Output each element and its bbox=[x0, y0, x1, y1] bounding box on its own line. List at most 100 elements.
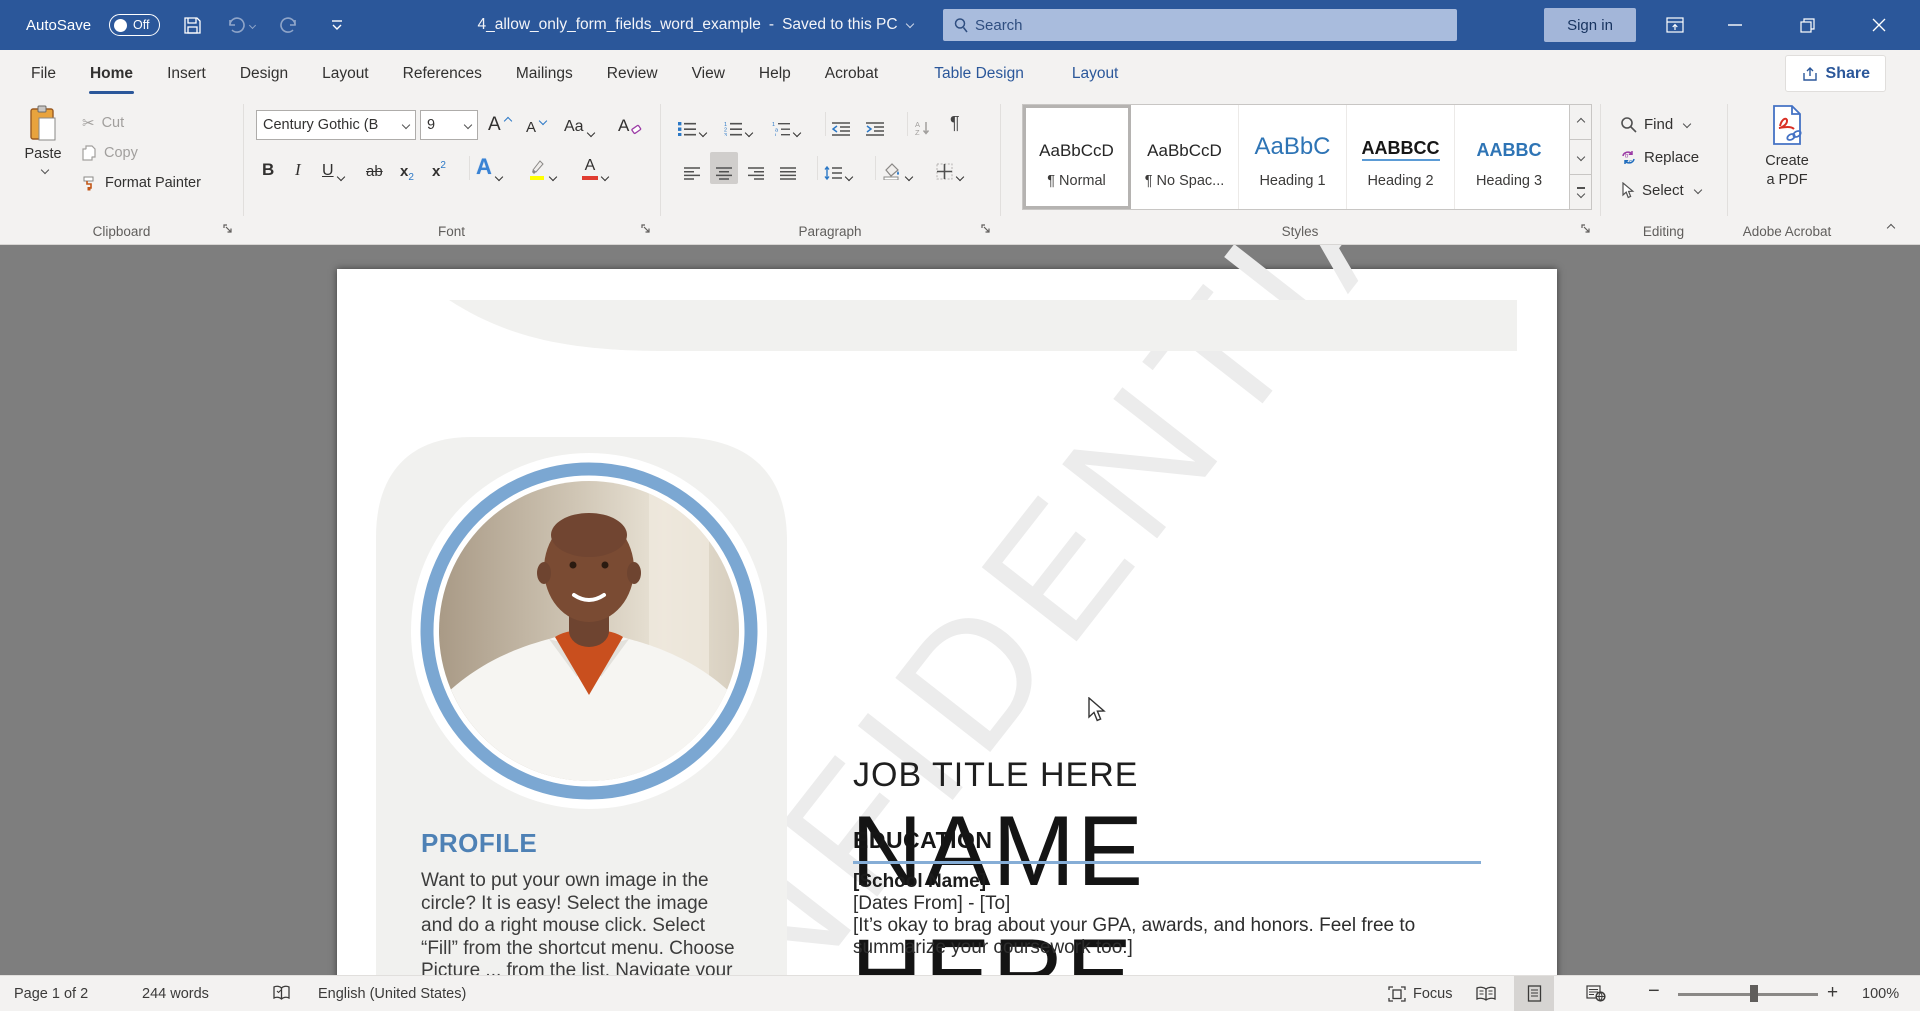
paste-button[interactable]: Paste bbox=[14, 104, 72, 212]
profile-photo[interactable] bbox=[409, 451, 769, 811]
style-no-spacing[interactable]: AaBbCcD ¶ No Spac... bbox=[1131, 105, 1239, 209]
zoom-out-button[interactable]: − bbox=[1648, 974, 1660, 1009]
style-heading-1[interactable]: AaBbC Heading 1 bbox=[1239, 105, 1347, 209]
styles-more-button[interactable] bbox=[1570, 175, 1591, 209]
zoom-slider-track[interactable] bbox=[1678, 993, 1818, 996]
change-case-button[interactable]: Aa bbox=[564, 108, 594, 140]
job-title-placeholder[interactable]: JOB TITLE HERE bbox=[853, 756, 1138, 795]
sort-button[interactable]: AZ bbox=[914, 108, 932, 140]
tab-references[interactable]: References bbox=[386, 50, 499, 98]
justify-button[interactable] bbox=[774, 152, 802, 184]
ribbon-display-options-icon[interactable] bbox=[1652, 0, 1698, 50]
word-window: AutoSave Off 4_allow_only_form_fields_wo… bbox=[0, 0, 1920, 1011]
proofing-status-icon[interactable] bbox=[272, 976, 291, 1011]
language-indicator[interactable]: English (United States) bbox=[318, 976, 466, 1011]
collapse-ribbon-button[interactable] bbox=[1880, 220, 1902, 236]
align-left-button[interactable] bbox=[678, 152, 706, 184]
copy-button[interactable]: Copy bbox=[82, 140, 138, 166]
borders-button[interactable] bbox=[936, 152, 963, 184]
sort-icon: AZ bbox=[914, 120, 932, 136]
style-heading-3[interactable]: AABBC Heading 3 bbox=[1455, 105, 1563, 209]
styles-gallery-scroll bbox=[1570, 104, 1592, 210]
text-effects-button[interactable]: A bbox=[476, 152, 502, 184]
decrease-indent-button[interactable] bbox=[832, 108, 850, 140]
tab-acrobat[interactable]: Acrobat bbox=[808, 50, 895, 98]
tab-file[interactable]: File bbox=[0, 50, 73, 98]
styles-scroll-down-button[interactable] bbox=[1570, 140, 1591, 175]
increase-indent-button[interactable] bbox=[866, 108, 884, 140]
italic-button[interactable]: I bbox=[295, 152, 301, 184]
cut-button[interactable]: ✂ Cut bbox=[82, 110, 124, 136]
tab-table-design[interactable]: Table Design bbox=[917, 50, 1041, 98]
shrink-font-button[interactable]: A bbox=[526, 108, 546, 140]
font-size-combobox[interactable]: 9 bbox=[420, 110, 478, 140]
show-formatting-marks-button[interactable]: ¶ bbox=[950, 106, 960, 138]
document-page[interactable]: CONFIDENTIAL bbox=[337, 269, 1557, 975]
education-body[interactable]: [School Name] [Dates From] - [To] [It’s … bbox=[853, 871, 1415, 959]
tab-view[interactable]: View bbox=[675, 50, 742, 98]
education-heading[interactable]: EDUCATION bbox=[853, 827, 993, 854]
font-family-combobox[interactable]: Century Gothic (B bbox=[256, 110, 416, 140]
underline-button[interactable]: U bbox=[322, 152, 344, 184]
format-painter-button[interactable]: Format Painter bbox=[82, 170, 201, 196]
select-button[interactable]: Select bbox=[1620, 176, 1701, 204]
shading-button[interactable] bbox=[882, 152, 912, 184]
superscript-button[interactable]: x2 bbox=[432, 152, 446, 184]
strikethrough-button[interactable]: ab bbox=[366, 152, 383, 184]
text-highlight-button[interactable] bbox=[528, 152, 556, 184]
clear-formatting-button[interactable]: A bbox=[618, 108, 642, 140]
bold-button[interactable]: B bbox=[262, 152, 274, 184]
style-normal[interactable]: AaBbCcD ¶ Normal bbox=[1023, 105, 1131, 209]
restore-button[interactable] bbox=[1784, 0, 1830, 50]
acrobat-pdf-icon bbox=[1769, 104, 1805, 146]
sign-in-button[interactable]: Sign in bbox=[1544, 8, 1636, 42]
tab-review[interactable]: Review bbox=[590, 50, 675, 98]
profile-body[interactable]: Want to put your own image in the circle… bbox=[421, 870, 735, 975]
tab-insert[interactable]: Insert bbox=[150, 50, 223, 98]
save-icon[interactable] bbox=[178, 8, 208, 42]
tab-help[interactable]: Help bbox=[742, 50, 808, 98]
quick-access-customize-icon[interactable] bbox=[322, 8, 352, 42]
page-indicator[interactable]: Page 1 of 2 bbox=[14, 976, 88, 1011]
tab-table-layout[interactable]: Layout bbox=[1055, 50, 1136, 98]
web-layout-button[interactable] bbox=[1576, 976, 1616, 1011]
style-heading-2[interactable]: AABBCC Heading 2 bbox=[1347, 105, 1455, 209]
focus-mode-button[interactable]: Focus bbox=[1388, 976, 1453, 1011]
find-button[interactable]: Find bbox=[1620, 110, 1690, 138]
font-dialog-launcher[interactable] bbox=[638, 221, 654, 237]
tab-layout[interactable]: Layout bbox=[305, 50, 386, 98]
read-mode-button[interactable] bbox=[1466, 976, 1506, 1011]
print-layout-button[interactable] bbox=[1514, 976, 1554, 1011]
line-spacing-button[interactable] bbox=[824, 152, 852, 184]
tab-design[interactable]: Design bbox=[223, 50, 305, 98]
clipboard-dialog-launcher[interactable] bbox=[220, 221, 236, 237]
search-input[interactable]: Search bbox=[943, 9, 1457, 41]
word-count[interactable]: 244 words bbox=[142, 976, 209, 1011]
tab-home[interactable]: Home bbox=[73, 50, 150, 98]
minimize-button[interactable] bbox=[1712, 0, 1758, 50]
paragraph-dialog-launcher[interactable] bbox=[978, 221, 994, 237]
font-color-button[interactable]: A bbox=[582, 152, 608, 184]
align-right-button[interactable] bbox=[742, 152, 770, 184]
subscript-button[interactable]: x2 bbox=[400, 152, 414, 184]
align-center-button[interactable] bbox=[710, 152, 738, 184]
tab-mailings[interactable]: Mailings bbox=[499, 50, 590, 98]
redo-icon[interactable] bbox=[274, 8, 304, 42]
replace-button[interactable]: bc Replace bbox=[1620, 143, 1699, 171]
document-title[interactable]: 4_allow_only_form_fields_word_example - … bbox=[470, 0, 920, 50]
styles-dialog-launcher[interactable] bbox=[1578, 221, 1594, 237]
autosave-toggle[interactable]: Off bbox=[109, 14, 159, 36]
zoom-in-button[interactable]: + bbox=[1827, 975, 1838, 1010]
multilevel-list-button[interactable]: 1ai bbox=[772, 108, 800, 140]
zoom-slider-handle[interactable] bbox=[1750, 985, 1758, 1002]
undo-icon[interactable] bbox=[226, 8, 256, 42]
share-button[interactable]: Share bbox=[1785, 55, 1886, 92]
bullets-button[interactable] bbox=[678, 108, 706, 140]
styles-scroll-up-button[interactable] bbox=[1570, 105, 1591, 140]
create-pdf-button[interactable]: Create a PDF bbox=[1747, 104, 1827, 216]
numbering-button[interactable]: 123 bbox=[724, 108, 752, 140]
profile-heading[interactable]: PROFILE bbox=[421, 828, 537, 859]
zoom-level[interactable]: 100% bbox=[1862, 976, 1899, 1011]
grow-font-button[interactable]: A bbox=[488, 108, 511, 140]
close-button[interactable] bbox=[1856, 0, 1902, 50]
